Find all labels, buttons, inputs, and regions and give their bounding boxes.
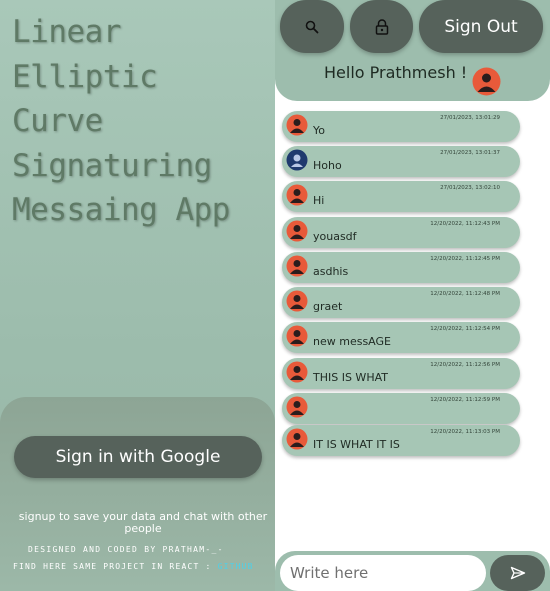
github-link[interactable]: GITHUB	[218, 562, 254, 571]
sign-in-with-google-button[interactable]: Sign in with Google	[14, 436, 262, 478]
message-input[interactable]	[280, 555, 486, 591]
sender-avatar	[286, 290, 308, 312]
app-title-line: Signaturing	[12, 147, 212, 184]
message-text: THIS IS WHAT	[313, 371, 388, 384]
message-row: Hoho 27/01/2023, 13:01:37	[282, 146, 520, 177]
message-text: Hoho	[313, 159, 342, 172]
sender-avatar	[286, 255, 308, 277]
send-icon	[510, 566, 525, 580]
message-timestamp: 12/20/2022, 11:12:59 PM	[430, 397, 500, 403]
message-row: graet 12/20/2022, 11:12:48 PM	[282, 287, 520, 318]
greeting-text: Hello Prathmesh !	[324, 63, 468, 82]
search-button[interactable]	[280, 0, 344, 53]
search-icon	[305, 20, 319, 33]
message-row: THIS IS WHAT 12/20/2022, 11:12:56 PM	[282, 358, 520, 389]
message-text: Hi	[313, 194, 325, 207]
sender-avatar	[286, 184, 308, 206]
sender-avatar	[286, 325, 308, 347]
message-timestamp: 12/20/2022, 11:12:54 PM	[430, 326, 500, 332]
message-row: asdhis 12/20/2022, 11:12:45 PM	[282, 252, 520, 283]
signup-note: signup to save your data and chat with o…	[18, 510, 268, 535]
message-row: youasdf 12/20/2022, 11:12:43 PM	[282, 217, 520, 248]
message-text: youasdf	[313, 230, 357, 243]
app-title: Linear Elliptic Curve Signaturing Messai…	[12, 10, 274, 233]
chat-header: Sign Out Hello Prathmesh !	[275, 0, 550, 101]
react-project-note: FIND HERE SAME PROJECT IN REACT : GITHUB	[13, 562, 254, 571]
app-title-line: Elliptic	[12, 58, 158, 95]
sender-avatar	[286, 361, 308, 383]
message-text: Yo	[313, 124, 325, 137]
message-row: Yo 27/01/2023, 13:01:29	[282, 111, 520, 142]
app-title-line: Linear	[12, 14, 121, 50]
message-timestamp: 12/20/2022, 11:12:48 PM	[430, 291, 500, 297]
sender-avatar	[286, 114, 308, 136]
sign-out-button[interactable]: Sign Out	[419, 0, 543, 53]
message-text: asdhis	[313, 265, 349, 278]
message-text: graet	[313, 300, 343, 313]
message-timestamp: 12/20/2022, 11:13:03 PM	[430, 429, 500, 435]
message-text: IT IS WHAT IT IS	[313, 438, 400, 451]
sender-avatar	[286, 428, 308, 450]
message-row: 12/20/2022, 11:12:59 PM	[282, 393, 520, 424]
message-timestamp: 12/20/2022, 11:12:43 PM	[430, 221, 500, 227]
user-avatar[interactable]	[472, 67, 501, 96]
message-timestamp: 12/20/2022, 11:12:56 PM	[430, 362, 500, 368]
message-timestamp: 12/20/2022, 11:12:45 PM	[430, 256, 500, 262]
message-text: new messAGE	[313, 335, 391, 348]
message-timestamp: 27/01/2023, 13:01:29	[440, 115, 500, 121]
app-title-line: Messaing App	[12, 192, 230, 228]
credits-text: DESIGNED AND CODED BY PRATHAM-_-	[28, 545, 224, 554]
sender-avatar	[286, 220, 308, 242]
app-title-line: Curve	[12, 103, 103, 139]
sender-avatar	[286, 396, 308, 418]
sender-avatar	[286, 149, 308, 171]
message-row: new messAGE 12/20/2022, 11:12:54 PM	[282, 322, 520, 353]
lock-button[interactable]	[350, 0, 413, 53]
send-button[interactable]	[490, 555, 545, 591]
message-row: IT IS WHAT IT IS 12/20/2022, 11:13:03 PM	[282, 425, 520, 456]
message-timestamp: 27/01/2023, 13:02:10	[440, 185, 500, 191]
lock-icon	[375, 18, 388, 35]
message-row: Hi 27/01/2023, 13:02:10	[282, 181, 520, 212]
message-timestamp: 27/01/2023, 13:01:37	[440, 150, 500, 156]
react-project-label: FIND HERE SAME PROJECT IN REACT :	[13, 562, 218, 571]
